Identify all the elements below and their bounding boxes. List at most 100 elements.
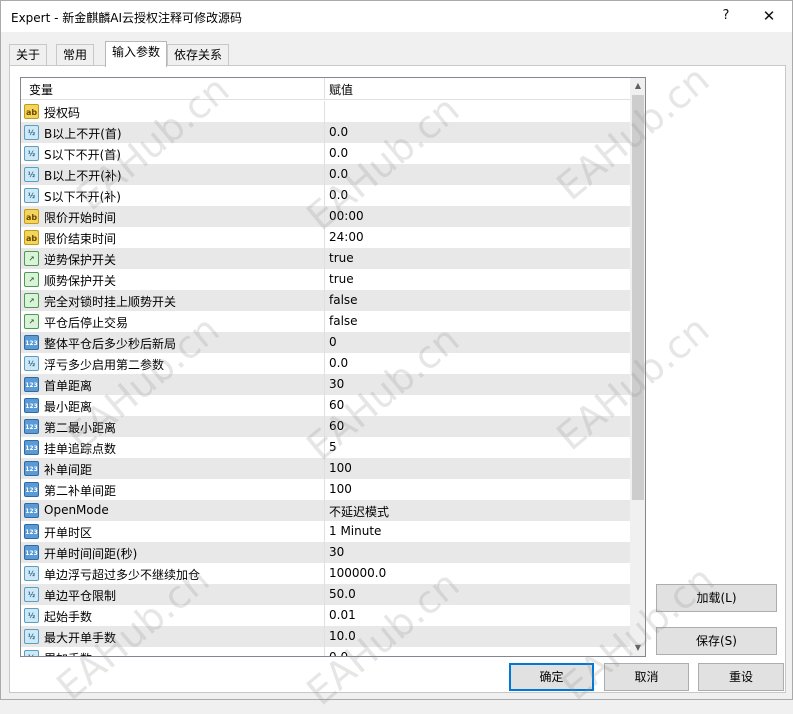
table-row[interactable]: ½ 累加手数 0.0	[21, 647, 630, 656]
scroll-down-icon[interactable]: ▼	[630, 640, 645, 656]
table-row[interactable]: ½ S以下不开(首) 0.0	[21, 143, 630, 164]
row-value-field[interactable]: 30	[329, 377, 344, 391]
row-value-field[interactable]: 0.01	[329, 608, 356, 622]
row-value-field[interactable]: 0.0	[329, 356, 348, 370]
table-row[interactable]: 123 第二补单间距 100	[21, 479, 630, 500]
column-divider	[324, 437, 325, 458]
column-divider	[324, 122, 325, 143]
cancel-button[interactable]: 取消	[604, 663, 689, 691]
tab-dependencies[interactable]: 依存关系	[167, 44, 230, 66]
save-button[interactable]: 保存(S)	[656, 627, 777, 655]
column-divider[interactable]	[324, 78, 325, 100]
table-row[interactable]: 123 开单时区 1 Minute	[21, 521, 630, 542]
column-header-variable[interactable]: 变量	[29, 81, 53, 98]
row-value-field[interactable]: 0	[329, 335, 337, 349]
row-value-field[interactable]: 0.0	[329, 650, 348, 656]
table-row[interactable]: ½ 单边浮亏超过多少不继续加仓 100000.0	[21, 563, 630, 584]
column-divider	[324, 605, 325, 626]
bool-value-icon: ↗	[24, 272, 39, 287]
tab-common[interactable]: 常用	[56, 44, 95, 66]
inputs-grid[interactable]: 变量 赋值 ab 授权码 ½ B以上不开(首) 0.0 ½ S以下不开(首) 0.0 ½ B以上不…	[20, 77, 646, 657]
row-value-field[interactable]: 0.0	[329, 125, 348, 139]
table-row[interactable]: 123 第二最小距离 60	[21, 416, 630, 437]
table-row[interactable]: ↗ 完全对锁时挂上顺势开关 false	[21, 290, 630, 311]
table-row[interactable]: ↗ 平仓后停止交易 false	[21, 311, 630, 332]
column-divider	[324, 584, 325, 605]
table-row[interactable]: 123 补单间距 100	[21, 458, 630, 479]
row-value-field[interactable]: 24:00	[329, 230, 364, 244]
row-value-field[interactable]: 1 Minute	[329, 524, 381, 538]
row-variable-name: 整体平仓后多少秒后新局	[44, 337, 177, 351]
row-value-field[interactable]: 60	[329, 398, 344, 412]
title-bar: Expert - 新金麒麟AI云授权注释可修改源码 ? ✕	[1, 1, 792, 32]
row-value-field[interactable]: 100	[329, 461, 352, 475]
table-row[interactable]: 123 最小距离 60	[21, 395, 630, 416]
row-value-field[interactable]: 30	[329, 545, 344, 559]
table-row[interactable]: ½ B以上不开(补) 0.0	[21, 164, 630, 185]
column-divider	[324, 101, 325, 122]
row-value-field[interactable]: 100000.0	[329, 566, 386, 580]
row-variable-name: 累加手数	[44, 650, 322, 656]
row-variable-name: 开单时区	[44, 526, 93, 540]
row-variable-name: 最大开单手数	[44, 631, 117, 645]
close-button[interactable]: ✕	[757, 5, 781, 27]
help-button[interactable]: ?	[714, 5, 738, 27]
double-value-icon: ½	[24, 629, 39, 644]
table-row[interactable]: ↗ 逆势保护开关 true	[21, 248, 630, 269]
table-row[interactable]: 123 开单时间间距(秒) 30	[21, 542, 630, 563]
table-row[interactable]: ½ 浮亏多少启用第二参数 0.0	[21, 353, 630, 374]
table-row[interactable]: ½ 最大开单手数 10.0	[21, 626, 630, 647]
row-variable-name: 浮亏多少启用第二参数	[44, 358, 165, 372]
table-row[interactable]: 123 首单距离 30	[21, 374, 630, 395]
ok-button[interactable]: 确定	[509, 663, 594, 691]
table-row[interactable]: 123 OpenMode 不延迟模式	[21, 500, 630, 521]
scroll-thumb[interactable]	[632, 95, 644, 500]
int-value-icon: 123	[24, 524, 39, 539]
row-value-field[interactable]: true	[329, 251, 354, 265]
double-value-icon: ½	[24, 608, 39, 623]
table-row[interactable]: ½ 单边平仓限制 50.0	[21, 584, 630, 605]
column-header-value[interactable]: 赋值	[329, 81, 353, 98]
row-value-field[interactable]: 100	[329, 482, 352, 496]
column-divider	[324, 164, 325, 185]
row-value-field[interactable]: 60	[329, 419, 344, 433]
table-row[interactable]: ½ S以下不开(补) 0.0	[21, 185, 630, 206]
ab-string-icon: ab	[24, 104, 39, 119]
row-value-field[interactable]: 10.0	[329, 629, 356, 643]
grid-rows: ab 授权码 ½ B以上不开(首) 0.0 ½ S以下不开(首) 0.0 ½ B以上不开(补) 0.…	[21, 101, 630, 656]
table-row[interactable]: ↗ 顺势保护开关 true	[21, 269, 630, 290]
double-value-icon: ½	[24, 587, 39, 602]
vertical-scrollbar[interactable]: ▲ ▼	[630, 78, 645, 656]
double-value-icon: ½	[24, 356, 39, 371]
row-value-field[interactable]: false	[329, 314, 358, 328]
row-value-field[interactable]: 0.0	[329, 167, 348, 181]
int-value-icon: 123	[24, 461, 39, 476]
table-row[interactable]: ab 授权码	[21, 101, 630, 122]
grid-header: 变量 赋值	[21, 78, 630, 100]
row-value-field[interactable]: 0.0	[329, 188, 348, 202]
table-row[interactable]: ab 限价结束时间 24:00	[21, 227, 630, 248]
row-value-field[interactable]: 00:00	[329, 209, 364, 223]
row-value-field[interactable]: true	[329, 272, 354, 286]
scroll-up-icon[interactable]: ▲	[630, 78, 645, 94]
table-row[interactable]: 123 整体平仓后多少秒后新局 0	[21, 332, 630, 353]
double-value-icon: ½	[24, 167, 39, 182]
load-button[interactable]: 加载(L)	[656, 584, 777, 612]
row-value-field[interactable]: false	[329, 293, 358, 307]
tab-about[interactable]: 关于	[9, 44, 48, 66]
column-divider	[324, 542, 325, 563]
table-row[interactable]: ½ 起始手数 0.01	[21, 605, 630, 626]
row-value-field[interactable]: 5	[329, 440, 337, 454]
table-row[interactable]: ab 限价开始时间 00:00	[21, 206, 630, 227]
column-divider	[324, 311, 325, 332]
row-value-field[interactable]: 50.0	[329, 587, 356, 601]
column-divider	[324, 374, 325, 395]
column-divider	[324, 563, 325, 584]
row-value-field[interactable]: 0.0	[329, 146, 348, 160]
table-row[interactable]: 123 挂单追踪点数 5	[21, 437, 630, 458]
column-divider	[324, 500, 325, 521]
table-row[interactable]: ½ B以上不开(首) 0.0	[21, 122, 630, 143]
reset-button[interactable]: 重设	[698, 663, 784, 691]
row-value-field[interactable]: 不延迟模式	[329, 503, 389, 520]
tab-inputs[interactable]: 输入参数	[105, 41, 168, 67]
